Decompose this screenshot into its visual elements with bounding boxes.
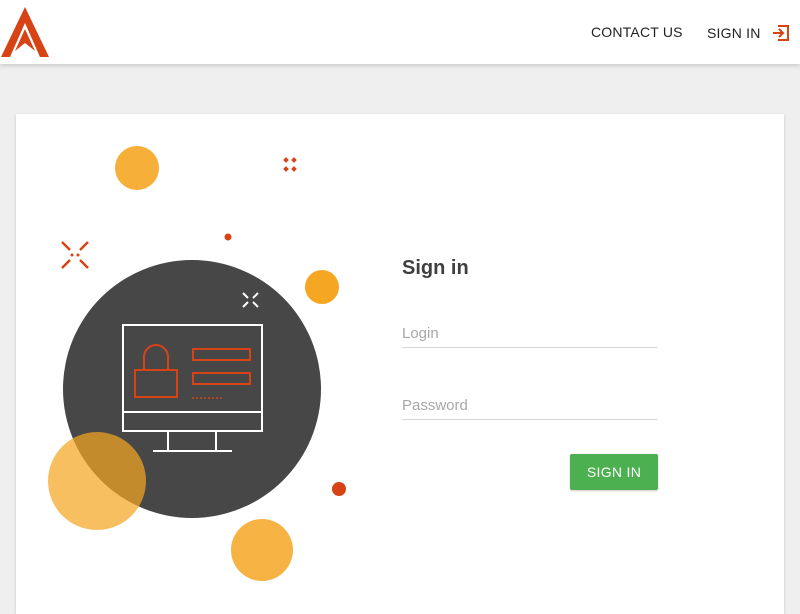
top-bar: CONTACT US SIGN IN (0, 0, 800, 64)
sign-in-icon (772, 25, 789, 41)
sign-in-card: Sign in SIGN IN (16, 114, 784, 614)
login-input[interactable] (402, 319, 658, 348)
computer-lock-illustration-icon (48, 146, 346, 581)
decor-circle-top-icon (115, 146, 159, 190)
sign-in-title: Sign in (402, 257, 469, 279)
decor-dot-red-icon (332, 482, 346, 496)
contact-us-link[interactable]: CONTACT US (591, 24, 683, 40)
sign-in-button[interactable]: SIGN IN (570, 454, 658, 490)
decor-dot-small-icon (224, 233, 232, 241)
burst-left-icon (61, 241, 89, 269)
sparkle-top-icon (283, 157, 297, 172)
header-sign-in-link[interactable]: SIGN IN (707, 22, 791, 44)
password-input[interactable] (402, 391, 658, 420)
brand-a-logo-icon[interactable] (0, 6, 50, 58)
decor-circle-right-icon (305, 270, 339, 304)
header-sign-in-label: SIGN IN (707, 25, 761, 41)
decor-circle-bottom-icon (231, 519, 293, 581)
decor-circle-left-icon (48, 432, 146, 530)
